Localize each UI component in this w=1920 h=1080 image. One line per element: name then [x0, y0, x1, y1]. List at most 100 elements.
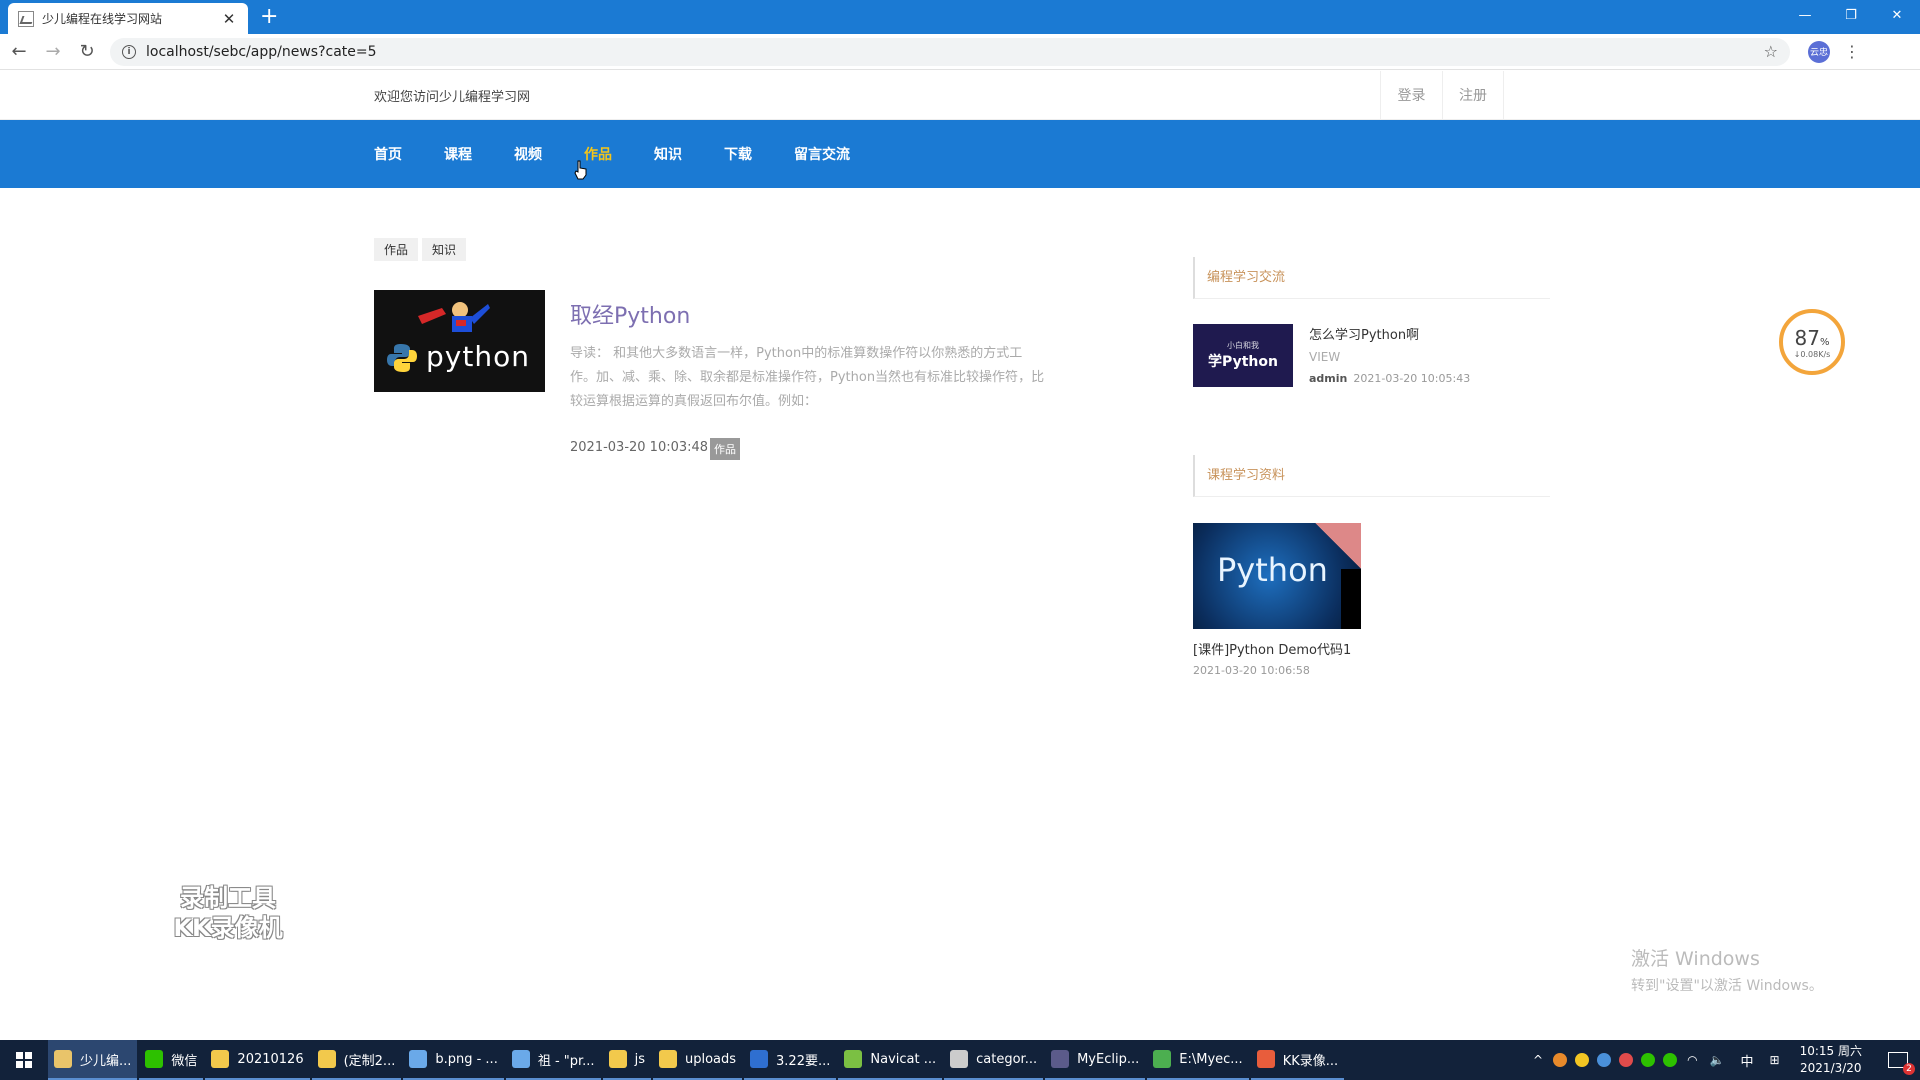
course-date: 2021-03-20 10:06:58: [1193, 664, 1310, 677]
browser-menu-icon[interactable]: ⋮: [1844, 42, 1860, 61]
course-material-item: Python [课件]Python Demo代码1 2021-03-20 10:…: [1193, 523, 1361, 677]
auth-links: 登录 注册: [1380, 71, 1504, 119]
taskbar-app-icon: [1256, 1050, 1275, 1068]
url-field[interactable]: i localhost/sebc/app/news?cate=5 ☆: [110, 37, 1790, 66]
register-link[interactable]: 注册: [1442, 71, 1504, 119]
windows-logo-icon: [16, 1052, 32, 1068]
post-view-link[interactable]: VIEW: [1309, 350, 1340, 364]
windows-taskbar: 少儿编... 微信 20210126 (定制2... b.png - ... 祖 - "p…: [0, 1040, 1920, 1080]
reload-icon[interactable]: ↻: [72, 37, 102, 67]
nav-messages[interactable]: 留言交流: [794, 144, 850, 164]
filter-knowledge[interactable]: 知识: [422, 238, 467, 261]
nav-videos[interactable]: 视频: [514, 144, 542, 164]
main-nav: 首页 课程 视频 作品 知识 下载 留言交流: [0, 120, 1920, 188]
taskbar-item-label: 20210126: [237, 1051, 304, 1067]
taskbar-item[interactable]: MyEclip...: [1045, 1040, 1146, 1080]
tray-chevron-icon[interactable]: ^: [1533, 1053, 1543, 1067]
watermark-line2: KK录像机: [173, 914, 283, 942]
taskbar-item-label: 3.22要...: [776, 1053, 831, 1069]
activation-hint: 转到"设置"以激活 Windows。: [1631, 978, 1823, 994]
taskbar-item-label: E:\Myec...: [1179, 1051, 1243, 1067]
nav-works[interactable]: 作品: [584, 144, 612, 164]
tray-app-icon[interactable]: [1597, 1053, 1612, 1067]
keyboard-icon[interactable]: ⊞: [1770, 1053, 1780, 1067]
start-button[interactable]: [0, 1040, 48, 1080]
course-title[interactable]: [课件]Python Demo代码1: [1193, 639, 1361, 658]
nav-downloads[interactable]: 下载: [724, 144, 752, 164]
taskbar-item-label: (定制2...: [343, 1053, 396, 1069]
site-topbar: 欢迎您访问少儿编程学习网 登录 注册: [0, 71, 1920, 120]
new-tab-button[interactable]: +: [260, 4, 278, 30]
nav-courses[interactable]: 课程: [444, 144, 472, 164]
browser-tab[interactable]: 少儿编程在线学习网站 ✕: [8, 3, 248, 34]
activation-title: 激活 Windows: [1631, 948, 1760, 970]
article-title[interactable]: 取经Python: [570, 298, 690, 330]
filter-works[interactable]: 作品: [374, 238, 419, 261]
ime-indicator[interactable]: 中: [1741, 1051, 1754, 1070]
volume-icon[interactable]: 🔈: [1710, 1053, 1725, 1067]
tray-app-icon[interactable]: [1619, 1053, 1634, 1067]
taskbar-app-icon: [844, 1050, 863, 1068]
superhero-illustration-icon: [418, 302, 490, 332]
taskbar-item[interactable]: 微信: [139, 1040, 204, 1080]
taskbar-item[interactable]: b.png - ...: [403, 1040, 504, 1080]
taskbar-item[interactable]: categor...: [944, 1040, 1044, 1080]
nav-home[interactable]: 首页: [374, 144, 402, 164]
taskbar-item[interactable]: (定制2...: [311, 1040, 402, 1080]
tray-app-icon[interactable]: [1641, 1053, 1656, 1067]
taskbar-item[interactable]: E:\Myec...: [1147, 1040, 1249, 1080]
taskbar-item[interactable]: 3.22要...: [744, 1040, 837, 1080]
tray-wechat-icon[interactable]: [1663, 1053, 1678, 1067]
welcome-text: 欢迎您访问少儿编程学习网: [374, 90, 531, 105]
sidebar-post-item: 小白和我 学Python 怎么学习Python啊 VIEW admin 2021-…: [1193, 324, 1550, 388]
tray-app-icon[interactable]: [1553, 1053, 1568, 1067]
notification-center-icon[interactable]: [1888, 1052, 1915, 1075]
taskbar-app-icon: [317, 1050, 336, 1068]
network-icon[interactable]: ◠: [1687, 1053, 1697, 1067]
url-text[interactable]: localhost/sebc/app/news?cate=5: [146, 44, 1764, 60]
taskbar-item[interactable]: uploads: [652, 1040, 743, 1080]
post-title[interactable]: 怎么学习Python啊: [1309, 324, 1419, 343]
bookmark-star-icon[interactable]: ☆: [1764, 42, 1778, 61]
taskbar-item[interactable]: Navicat ...: [838, 1040, 943, 1080]
browser-titlebar: 少儿编程在线学习网站 ✕ + — ❐ ✕: [0, 0, 1920, 34]
back-icon[interactable]: ←: [4, 37, 34, 67]
restore-icon[interactable]: ❐: [1828, 0, 1874, 30]
post-thumbnail[interactable]: 小白和我 学Python: [1193, 324, 1293, 387]
tray-app-icon[interactable]: [1575, 1053, 1590, 1067]
login-link[interactable]: 登录: [1380, 71, 1442, 119]
recorder-watermark: 录制工具 KK录像机: [160, 883, 296, 943]
taskbar-app-icon: [511, 1050, 530, 1068]
taskbar-item[interactable]: 20210126: [205, 1040, 310, 1080]
nav-knowledge[interactable]: 知识: [654, 144, 682, 164]
article-summary: 导读： 和其他大多数语言一样，Python中的标准算数操作符以你熟悉的方式工作。…: [570, 346, 1045, 409]
taskbar-app-icon: [1153, 1050, 1172, 1068]
taskbar-app-icon: [658, 1050, 677, 1068]
forward-icon[interactable]: →: [38, 37, 68, 67]
minimize-icon[interactable]: —: [1782, 0, 1828, 30]
article-thumbnail[interactable]: python: [374, 290, 545, 392]
system-tray: ^ ◠ 🔈 中 ⊞ 10:15 周六 2021/3/20: [1527, 1040, 1920, 1080]
article-category-tag[interactable]: 作品: [710, 438, 740, 460]
speed-unit: %: [1819, 336, 1830, 348]
taskbar-app-icon: [211, 1050, 230, 1068]
taskbar-clock[interactable]: 10:15 周六 2021/3/20: [1800, 1043, 1862, 1077]
site-info-icon[interactable]: i: [122, 44, 136, 59]
taskbar-item[interactable]: KK录像...: [1250, 1040, 1345, 1080]
taskbar-item-label: MyEclip...: [1077, 1051, 1140, 1067]
taskbar-item-label: KK录像...: [1282, 1053, 1339, 1069]
thumb-edge: [1341, 569, 1361, 629]
taskbar-item[interactable]: 少儿编...: [48, 1040, 138, 1080]
close-window-icon[interactable]: ✕: [1874, 0, 1920, 30]
tab-title: 少儿编程在线学习网站: [42, 12, 163, 26]
address-bar: ← → ↻ i localhost/sebc/app/news?cate=5 ☆…: [0, 34, 1920, 70]
taskbar-item[interactable]: js: [602, 1040, 651, 1080]
taskbar-item-label: js: [634, 1051, 645, 1067]
profile-avatar[interactable]: 云忠: [1808, 40, 1830, 63]
clock-date: 2021/3/20: [1800, 1061, 1862, 1075]
taskbar-item[interactable]: 祖 - "pr...: [505, 1040, 601, 1080]
close-tab-icon[interactable]: ✕: [220, 10, 238, 28]
network-speed-widget[interactable]: 87% ↓0.08K/s: [1779, 309, 1845, 375]
taskbar-app-icon: [750, 1050, 769, 1068]
course-thumbnail[interactable]: Python: [1193, 523, 1361, 629]
